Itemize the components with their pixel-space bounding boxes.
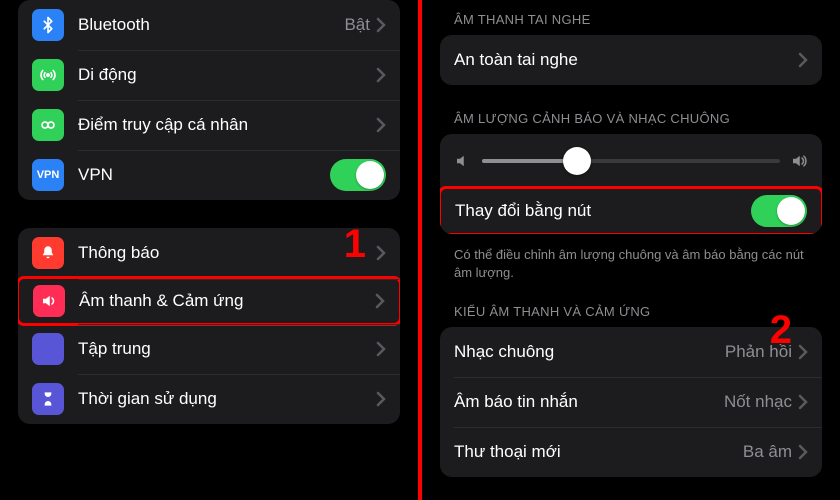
focus-label: Tập trung — [78, 339, 376, 359]
text-tone-value: Nốt nhạc — [724, 392, 792, 412]
step-marker-1: 1 — [344, 222, 366, 267]
vpn-icon: VPN — [32, 159, 64, 191]
sounds-icon — [33, 285, 65, 317]
vpn-label: VPN — [78, 165, 330, 185]
vpn-row[interactable]: VPN VPN — [18, 150, 400, 200]
step-marker-2: 2 — [770, 308, 792, 353]
notifications-label: Thông báo — [78, 243, 376, 263]
sounds-row[interactable]: Âm thanh & Cảm ứng — [18, 276, 400, 326]
ringer-slider-thumb[interactable] — [563, 147, 591, 175]
bluetooth-row[interactable]: Bluetooth Bật — [18, 0, 400, 50]
sounds-label: Âm thanh & Cảm ứng — [79, 291, 375, 311]
text-tone-label: Âm báo tin nhắn — [454, 392, 724, 412]
text-tone-row[interactable]: Âm báo tin nhắn Nốt nhạc — [440, 377, 822, 427]
chevron-right-icon — [798, 444, 808, 460]
chevron-right-icon — [376, 17, 386, 33]
voicemail-row[interactable]: Thư thoại mới Ba âm — [440, 427, 822, 477]
screentime-row[interactable]: Thời gian sử dụng — [18, 374, 400, 424]
hotspot-icon — [32, 109, 64, 141]
speaker-low-icon — [454, 152, 472, 170]
chevron-right-icon — [376, 117, 386, 133]
ringer-header: ÂM LƯỢNG CẢNH BÁO VÀ NHẠC CHUÔNG — [422, 105, 840, 134]
chevron-right-icon — [376, 391, 386, 407]
cellular-row[interactable]: Di động — [18, 50, 400, 100]
patterns-group: Nhạc chuông Phản hồi Âm báo tin nhắn Nốt… — [440, 327, 822, 477]
ringer-footer: Có thể điều chỉnh âm lượng chuông và âm … — [422, 238, 840, 292]
ringer-slider-row — [440, 134, 822, 188]
chevron-right-icon — [798, 52, 808, 68]
left-inner: Bluetooth Bật Di động Điểm truy cập cá n… — [0, 0, 418, 424]
hotspot-row[interactable]: Điểm truy cập cá nhân — [18, 100, 400, 150]
speaker-high-icon — [790, 152, 808, 170]
change-with-buttons-row[interactable]: Thay đổi bằng nút — [440, 186, 822, 234]
headphone-header: ÂM THANH TAI NGHE — [422, 6, 840, 35]
bluetooth-value: Bật — [344, 15, 370, 35]
ringer-group: Thay đổi bằng nút — [440, 134, 822, 234]
connectivity-group: Bluetooth Bật Di động Điểm truy cập cá n… — [18, 0, 400, 200]
screentime-icon — [32, 383, 64, 415]
focus-icon — [32, 333, 64, 365]
chevron-right-icon — [375, 293, 385, 309]
notifications-icon — [32, 237, 64, 269]
headphone-safety-label: An toàn tai nghe — [454, 50, 798, 70]
general-group: Thông báo Âm thanh & Cảm ứng Tập trung — [18, 228, 400, 424]
settings-root-screen: Bluetooth Bật Di động Điểm truy cập cá n… — [0, 0, 420, 500]
ringtone-row[interactable]: Nhạc chuông Phản hồi — [440, 327, 822, 377]
cellular-label: Di động — [78, 65, 376, 85]
vpn-toggle[interactable] — [330, 159, 386, 191]
right-inner-2: Thay đổi bằng nút — [422, 134, 840, 234]
bluetooth-icon — [32, 9, 64, 41]
ringtone-label: Nhạc chuông — [454, 342, 725, 362]
chevron-right-icon — [376, 245, 386, 261]
focus-row[interactable]: Tập trung — [18, 324, 400, 374]
screentime-label: Thời gian sử dụng — [78, 389, 376, 409]
right-inner-1: An toàn tai nghe — [422, 35, 840, 85]
bluetooth-label: Bluetooth — [78, 15, 344, 35]
headphone-group: An toàn tai nghe — [440, 35, 822, 85]
chevron-right-icon — [798, 394, 808, 410]
sounds-settings-screen: ÂM THANH TAI NGHE An toàn tai nghe ÂM LƯ… — [420, 0, 840, 500]
chevron-right-icon — [376, 341, 386, 357]
change-with-buttons-toggle[interactable] — [751, 195, 807, 227]
cellular-icon — [32, 59, 64, 91]
hotspot-label: Điểm truy cập cá nhân — [78, 115, 376, 135]
notifications-row[interactable]: Thông báo — [18, 228, 400, 278]
chevron-right-icon — [376, 67, 386, 83]
headphone-safety-row[interactable]: An toàn tai nghe — [440, 35, 822, 85]
change-with-buttons-label: Thay đổi bằng nút — [455, 201, 751, 221]
voicemail-value: Ba âm — [743, 442, 792, 462]
voicemail-label: Thư thoại mới — [454, 442, 743, 462]
chevron-right-icon — [798, 344, 808, 360]
ringer-slider[interactable] — [482, 159, 780, 163]
